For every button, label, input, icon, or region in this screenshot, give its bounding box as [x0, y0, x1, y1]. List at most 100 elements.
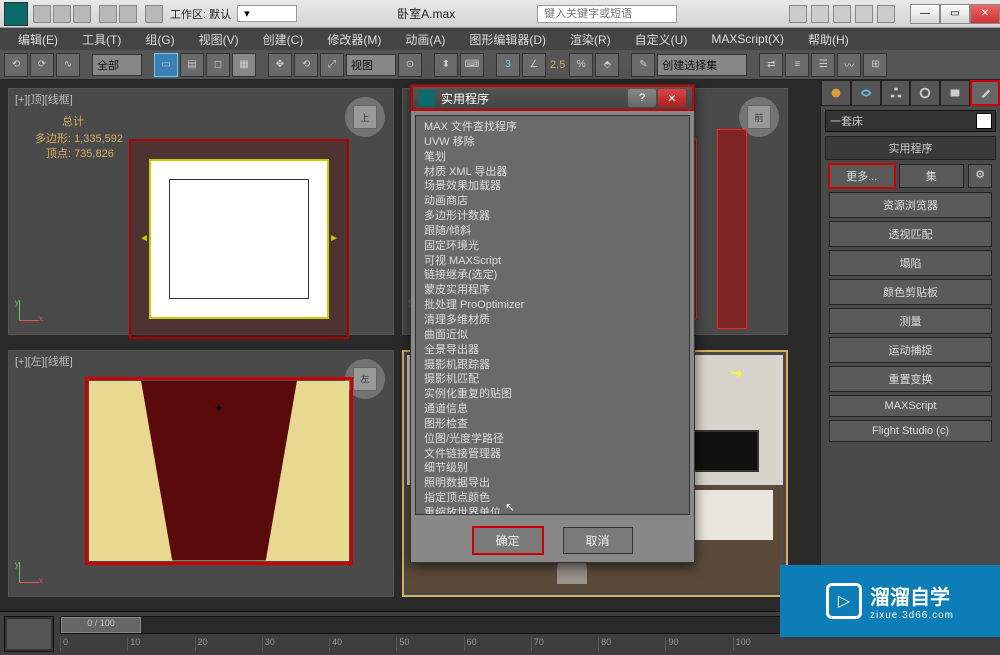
color-clipboard-button[interactable]: 颜色剪贴板 [829, 279, 992, 305]
list-item[interactable]: 固定环境光 [416, 239, 689, 254]
more-button[interactable]: 更多... [829, 164, 895, 188]
list-item[interactable]: 重缩放世界单位 [416, 506, 689, 515]
reset-xform-button[interactable]: 重置变换 [829, 366, 992, 392]
align-icon[interactable]: ≡ [785, 53, 809, 77]
snap-toggle-icon[interactable]: 3 [496, 53, 520, 77]
scale-icon[interactable]: ⤢ [320, 53, 344, 77]
list-item[interactable]: 摄影机匹配 [416, 372, 689, 387]
list-item[interactable]: 场景效果加载器 [416, 179, 689, 194]
object-color-swatch[interactable] [976, 113, 992, 129]
list-item[interactable]: 链接继承(选定) [416, 268, 689, 283]
keyboard-shortcut-icon[interactable]: ⌨ [460, 53, 484, 77]
object-name-field[interactable] [825, 110, 996, 132]
signin-icon[interactable] [811, 5, 829, 23]
curve-editor-icon[interactable]: 〰 [837, 53, 861, 77]
menu-views[interactable]: 视图(V) [187, 29, 251, 50]
rollout-header[interactable]: 实用程序 [825, 136, 996, 160]
tab-create[interactable] [821, 80, 851, 106]
select-object-icon[interactable]: ▭ [154, 53, 178, 77]
list-item[interactable]: 清理多维材质 [416, 313, 689, 328]
dialog-help-button[interactable]: ? [628, 89, 656, 107]
list-item[interactable]: 批处理 ProOptimizer [416, 298, 689, 313]
tab-hierarchy[interactable] [881, 80, 911, 106]
menu-animation[interactable]: 动画(A) [393, 29, 457, 50]
undo-icon[interactable] [99, 5, 117, 23]
list-item[interactable]: 文件链接管理器 [416, 447, 689, 462]
mirror-icon[interactable]: ⇄ [759, 53, 783, 77]
app-icon[interactable] [4, 2, 28, 26]
window-crossing-icon[interactable]: ▦ [232, 53, 256, 77]
maxscript-button[interactable]: MAXScript [829, 395, 992, 417]
edit-named-sel-icon[interactable]: ✎ [631, 53, 655, 77]
menu-create[interactable]: 创建(C) [251, 29, 316, 50]
dialog-close-button[interactable]: ✕ [658, 89, 686, 107]
percent-snap-icon[interactable]: % [569, 53, 593, 77]
list-item[interactable]: 通道信息 [416, 402, 689, 417]
config-button[interactable]: ⚙ [968, 164, 992, 188]
link-icon[interactable] [145, 5, 163, 23]
spinner-snap-icon[interactable]: ⬘ [595, 53, 619, 77]
collapse-button[interactable]: 塌陷 [829, 250, 992, 276]
tab-display[interactable] [940, 80, 970, 106]
select-link-icon[interactable]: ⟲ [4, 53, 28, 77]
cancel-button[interactable]: 取消 [563, 527, 633, 554]
utilities-listbox[interactable]: MAX 文件查找程序UVW 移除笔划材质 XML 导出器场景效果加载器动画商店多… [415, 115, 690, 515]
menu-rendering[interactable]: 渲染(R) [558, 29, 623, 50]
use-pivot-icon[interactable]: ⊙ [398, 53, 422, 77]
list-item[interactable]: 可视 MAXScript [416, 254, 689, 269]
rotate-icon[interactable]: ⟲ [294, 53, 318, 77]
exchange-icon[interactable] [833, 5, 851, 23]
list-item[interactable]: 实例化重复的贴图 [416, 387, 689, 402]
menu-customize[interactable]: 自定义(U) [623, 29, 700, 50]
sets-button[interactable]: 集 [899, 164, 965, 188]
tab-modify[interactable] [851, 80, 881, 106]
list-item[interactable]: 指定顶点颜色 [416, 491, 689, 506]
list-item[interactable]: 多边形计数器 [416, 209, 689, 224]
flight-studio-button[interactable]: Flight Studio (c) [829, 420, 992, 442]
list-item[interactable]: UVW 移除 [416, 135, 689, 150]
select-by-name-icon[interactable]: ▤ [180, 53, 204, 77]
viewport-left[interactable]: [+][左][线框] 左 ✦ yx [8, 350, 394, 597]
list-item[interactable]: 笔划 [416, 150, 689, 165]
list-item[interactable]: 材质 XML 导出器 [416, 165, 689, 180]
list-item[interactable]: 图形检查 [416, 417, 689, 432]
ref-coord-dropdown[interactable]: 视图 [346, 54, 396, 76]
close-button[interactable]: ✕ [970, 4, 1000, 24]
select-region-icon[interactable]: ◻ [206, 53, 230, 77]
object-name-input[interactable] [826, 115, 976, 127]
viewport-layout-icon[interactable] [4, 616, 54, 652]
unlink-icon[interactable]: ⟳ [30, 53, 54, 77]
list-item[interactable]: 摄影机跟踪器 [416, 358, 689, 373]
measure-button[interactable]: 测量 [829, 308, 992, 334]
move-icon[interactable]: ✥ [268, 53, 292, 77]
menu-grapheditors[interactable]: 图形编辑器(D) [457, 29, 558, 50]
tab-utilities[interactable] [970, 80, 1000, 106]
list-item[interactable]: 跟随/倾斜 [416, 224, 689, 239]
selection-set-dropdown[interactable]: 创建选择集 [657, 54, 747, 76]
menu-edit[interactable]: 编辑(E) [6, 29, 70, 50]
angle-snap-icon[interactable]: ∠ [522, 53, 546, 77]
redo-icon[interactable] [119, 5, 137, 23]
dialog-title-bar[interactable]: 实用程序 ? ✕ [411, 85, 694, 111]
time-slider[interactable]: 0 / 100 [60, 616, 800, 634]
menu-modifiers[interactable]: 修改器(M) [315, 29, 393, 50]
list-item[interactable]: 动画商店 [416, 194, 689, 209]
list-item[interactable]: 全景导出器 [416, 343, 689, 358]
menu-group[interactable]: 组(G) [133, 29, 186, 50]
viewport-top[interactable]: [+][顶][线框] 总计 多边形: 1,335,592 顶点: 735,826… [8, 88, 394, 335]
time-slider-thumb[interactable]: 0 / 100 [61, 617, 141, 633]
list-item[interactable]: 照明数据导出 [416, 476, 689, 491]
search-icon[interactable] [789, 5, 807, 23]
list-item[interactable]: 蒙皮实用程序 [416, 283, 689, 298]
menu-maxscript[interactable]: MAXScript(X) [699, 30, 796, 48]
menu-help[interactable]: 帮助(H) [796, 29, 861, 50]
list-item[interactable]: 位图/光度学路径 [416, 432, 689, 447]
viewcube-top[interactable]: 上 [345, 97, 385, 137]
open-file-icon[interactable] [53, 5, 71, 23]
schematic-icon[interactable]: ⊞ [863, 53, 887, 77]
selection-filter-dropdown[interactable]: 全部 [92, 54, 142, 76]
favorites-icon[interactable] [855, 5, 873, 23]
ok-button[interactable]: 确定 [473, 527, 543, 554]
new-file-icon[interactable] [33, 5, 51, 23]
list-item[interactable]: MAX 文件查找程序 [416, 120, 689, 135]
